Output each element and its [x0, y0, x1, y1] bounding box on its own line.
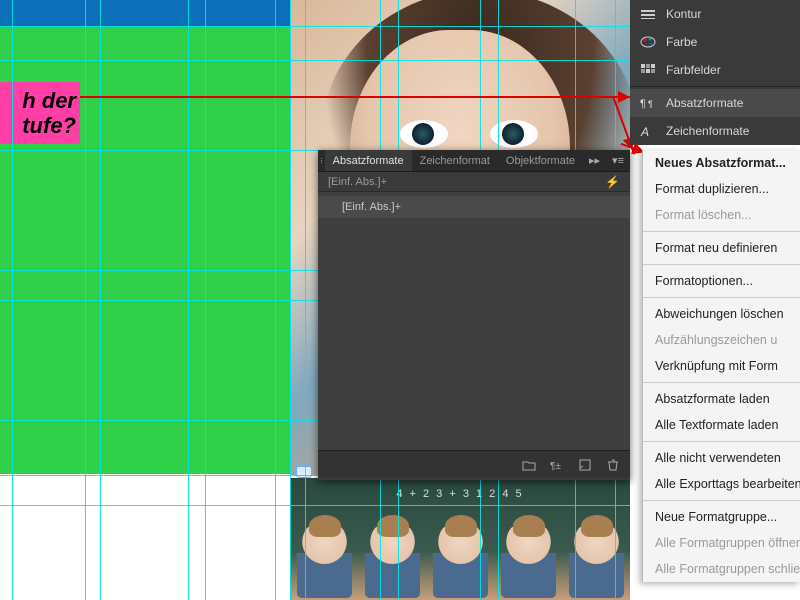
tab-absatzformate[interactable]: Absatzformate	[325, 150, 412, 171]
paragraph-styles-icon: ¶¶	[640, 96, 656, 110]
character-styles-icon: A	[640, 124, 656, 138]
menu-verknuepfung[interactable]: Verknüpfung mit Form	[643, 353, 800, 379]
menu-absatzformate-laden[interactable]: Absatzformate laden	[643, 386, 800, 412]
menu-alle-exporttags[interactable]: Alle Exporttags bearbeiten	[643, 471, 800, 497]
svg-text:¶±: ¶±	[550, 461, 561, 471]
svg-text:¶: ¶	[640, 98, 646, 110]
panel-status-row: [Einf. Abs.]+ ⚡	[318, 172, 630, 192]
placed-image-classroom[interactable]: 4 + 2 3 + 3 1 2 4 5	[290, 478, 630, 600]
rail-item-farbfelder[interactable]: Farbfelder	[630, 56, 800, 84]
folder-icon[interactable]	[522, 458, 536, 472]
rail-label: Kontur	[666, 7, 701, 21]
rail-label: Zeichenformate	[666, 124, 749, 138]
menu-neues-absatzformat[interactable]: Neues Absatzformat...	[643, 150, 800, 176]
text-line: h der	[22, 88, 76, 113]
menu-format-loeschen: Format löschen...	[643, 202, 800, 228]
tab-objektformate[interactable]: Objektformate	[498, 150, 583, 171]
panel-menu-icon[interactable]: ▾≡	[606, 154, 630, 167]
current-style-name: [Einf. Abs.]+	[328, 176, 387, 188]
new-style-icon[interactable]	[578, 458, 592, 472]
menu-format-duplizieren[interactable]: Format duplizieren...	[643, 176, 800, 202]
trash-icon[interactable]	[606, 458, 620, 472]
panel-footer: ¶±	[318, 450, 630, 478]
panel-grip[interactable]	[318, 158, 325, 163]
rail-item-kontur[interactable]: Kontur	[630, 0, 800, 28]
style-list[interactable]: [Einf. Abs.]+	[318, 192, 630, 450]
text-line: tufe?	[22, 113, 76, 138]
color-icon	[640, 35, 656, 49]
menu-alle-formatgruppen-oeffnen: Alle Formatgruppen öffnen	[643, 530, 800, 556]
absatzformate-panel: Absatzformate Zeichenformat Objektformat…	[318, 150, 630, 480]
chalkboard-text: 4 + 2 3 + 3 1 2 4 5	[290, 488, 630, 500]
svg-text:A: A	[640, 125, 649, 138]
rail-label: Farbe	[666, 35, 697, 49]
tab-zeichenformate[interactable]: Zeichenformat	[412, 150, 498, 171]
rail-label: Absatzformate	[666, 96, 743, 110]
menu-neue-formatgruppe[interactable]: Neue Formatgruppe...	[643, 504, 800, 530]
menu-alle-formatgruppen-schliessen: Alle Formatgruppen schließen	[643, 556, 800, 582]
quick-apply-icon[interactable]: ⚡	[605, 175, 620, 189]
clear-overrides-icon[interactable]: ¶±	[550, 458, 564, 472]
panel-context-menu: Neues Absatzformat... Format duplizieren…	[642, 150, 800, 582]
swatches-icon	[640, 63, 656, 77]
menu-format-neu-definieren[interactable]: Format neu definieren	[643, 235, 800, 261]
panel-tab-bar: Absatzformate Zeichenformat Objektformat…	[318, 150, 630, 172]
rail-item-zeichenformate[interactable]: A Zeichenformate	[630, 117, 800, 145]
blue-rectangle	[0, 0, 290, 26]
panel-dock: Kontur Farbe Farbfelder ¶¶ Absatzformate…	[630, 0, 800, 145]
menu-formatoptionen[interactable]: Formatoptionen...	[643, 268, 800, 294]
menu-alle-nicht-verwendeten[interactable]: Alle nicht verwendeten	[643, 445, 800, 471]
link-icon	[296, 466, 312, 478]
style-item-basic-paragraph[interactable]: [Einf. Abs.]+	[318, 196, 630, 218]
rail-item-farbe[interactable]: Farbe	[630, 28, 800, 56]
collapse-icon[interactable]: ▸▸	[583, 154, 606, 167]
stroke-icon	[640, 7, 656, 21]
rail-item-absatzformate[interactable]: ¶¶ Absatzformate	[630, 89, 800, 117]
menu-aufzaehlungszeichen: Aufzählungszeichen u	[643, 327, 800, 353]
rail-label: Farbfelder	[666, 63, 721, 77]
menu-alle-textformate-laden[interactable]: Alle Textformate laden	[643, 412, 800, 438]
svg-text:¶: ¶	[648, 99, 653, 109]
menu-abweichungen-loeschen[interactable]: Abweichungen löschen	[643, 301, 800, 327]
